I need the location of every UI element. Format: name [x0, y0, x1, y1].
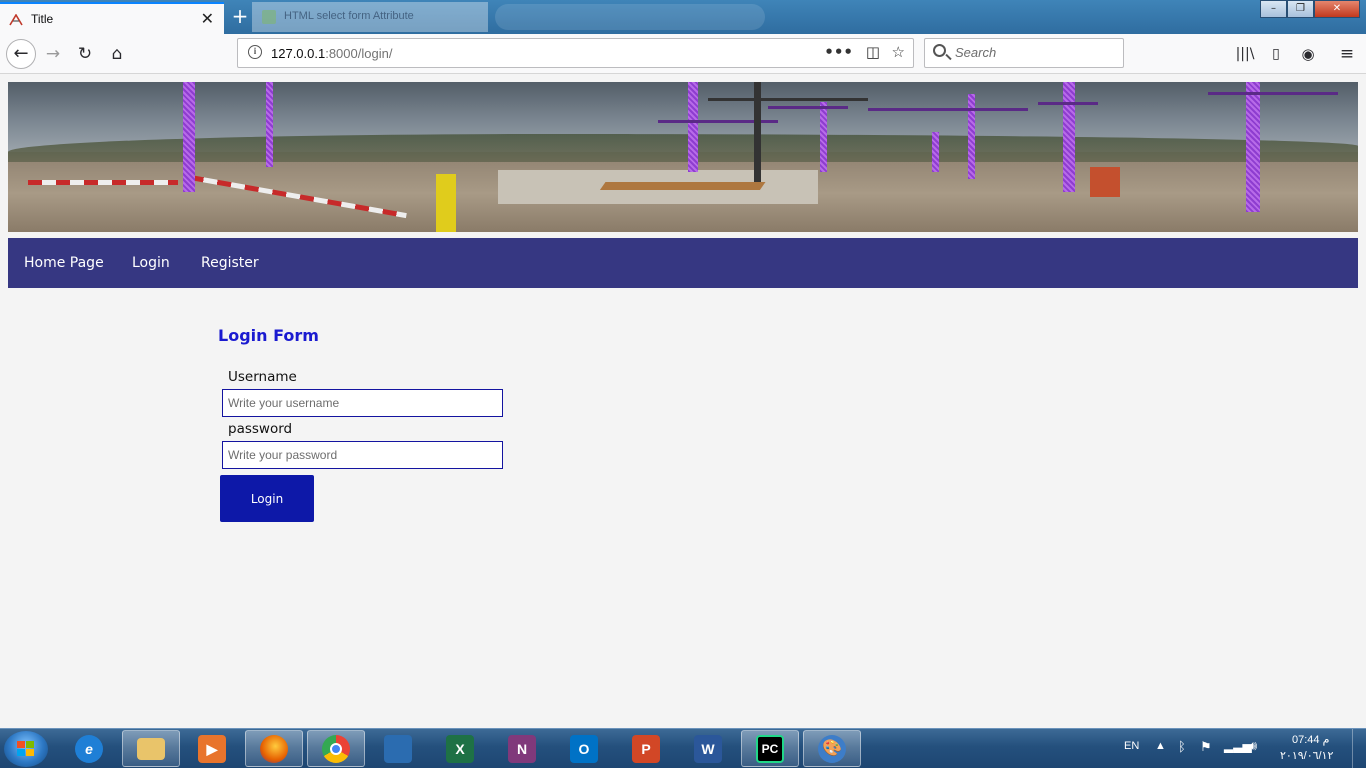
menu-icon[interactable]: ≡ — [1335, 42, 1359, 66]
url-text[interactable]: 127.0.0.1:8000/login/ — [271, 46, 392, 61]
site-nav: Home Page Login Register — [8, 238, 1358, 288]
taskbar-file-explorer[interactable] — [122, 730, 180, 767]
new-tab-icon[interactable]: + — [229, 6, 251, 28]
username-label: Username — [228, 369, 297, 385]
windows-logo-icon — [17, 741, 35, 757]
search-input[interactable] — [955, 45, 1115, 60]
taskbar-internet-explorer[interactable]: e — [60, 730, 118, 767]
clock-date[interactable]: ٢٠١٩/٠٦/١٢ — [1280, 749, 1333, 762]
word-icon: W — [694, 734, 722, 763]
paint-icon: 🎨 — [818, 734, 846, 763]
windows-taskbar: e ▶ X N O P W PC 🎨 EN ▲ ᛒ ⚑ ▂▃▅ 🔊︎ 07:44… — [0, 728, 1366, 768]
clock-time[interactable]: 07:44 م — [1292, 733, 1329, 746]
home-icon[interactable]: ⌂ — [105, 42, 129, 66]
internet-explorer-icon: e — [75, 734, 103, 763]
site-info-icon[interactable]: i — [248, 45, 262, 59]
tab-title: Title — [31, 12, 54, 26]
password-label: password — [228, 421, 293, 437]
tab-favicon-icon — [262, 10, 276, 24]
show-desktop-button[interactable] — [1352, 729, 1366, 768]
start-button[interactable] — [4, 731, 48, 767]
bookmark-star-icon[interactable]: ☆ — [892, 43, 905, 61]
back-icon[interactable]: ← — [6, 39, 36, 69]
browser-tabstrip: Title ✕ + HTML select form Attribute – ❐… — [0, 0, 1366, 34]
header-banner-image — [8, 82, 1358, 232]
network-signal-icon[interactable]: ▂▃▅ — [1224, 739, 1252, 753]
onenote-icon: N — [508, 734, 536, 763]
taskbar-pycharm[interactable]: PC — [741, 730, 799, 767]
taskbar-chrome[interactable] — [307, 730, 365, 767]
url-bar[interactable]: i 127.0.0.1:8000/login/ ••• ◫ ☆ — [237, 38, 914, 68]
taskbar-onenote[interactable]: N — [493, 730, 551, 767]
tab-ghost — [495, 4, 765, 30]
chrome-center — [330, 742, 342, 755]
browser-toolbar: ← → ↻ ⌂ i 127.0.0.1:8000/login/ ••• ◫ ☆ … — [0, 34, 1366, 74]
forward-icon[interactable]: → — [41, 42, 65, 66]
powerpoint-icon: P — [632, 734, 660, 763]
reload-icon[interactable]: ↻ — [73, 42, 97, 66]
window-close-icon[interactable]: ✕ — [1314, 0, 1360, 18]
search-icon — [933, 44, 946, 57]
language-indicator[interactable]: EN — [1124, 740, 1139, 752]
sidebar-icon[interactable]: ▯ — [1264, 42, 1288, 66]
nav-login[interactable]: Login — [132, 255, 170, 271]
window-controls: – ❐ ✕ — [1260, 0, 1360, 18]
taskbar-network-app[interactable] — [369, 730, 427, 767]
url-path: :8000/login/ — [325, 46, 393, 61]
volume-icon[interactable]: 🔊︎ — [1249, 738, 1257, 754]
media-player-icon: ▶ — [198, 734, 226, 763]
password-input[interactable] — [222, 441, 503, 469]
tab-active[interactable]: Title ✕ — [0, 2, 224, 34]
folder-icon — [137, 737, 165, 760]
nav-home-page[interactable]: Home Page — [24, 255, 104, 271]
show-hidden-icons-icon[interactable]: ▲ — [1155, 740, 1166, 752]
chrome-icon — [322, 734, 350, 763]
taskbar-outlook[interactable]: O — [555, 730, 613, 767]
tab-inactive[interactable]: HTML select form Attribute — [252, 2, 488, 32]
page-favicon-icon — [9, 14, 23, 26]
excel-icon: X — [446, 734, 474, 763]
username-input[interactable] — [222, 389, 503, 417]
account-icon[interactable]: ◉ — [1296, 42, 1320, 66]
taskbar-excel[interactable]: X — [431, 730, 489, 767]
maximize-icon[interactable]: ❐ — [1287, 0, 1314, 18]
library-icon[interactable]: |||\ — [1233, 42, 1257, 66]
bluetooth-icon[interactable]: ᛒ — [1178, 739, 1186, 754]
taskbar-firefox[interactable] — [245, 730, 303, 767]
network-app-icon — [384, 734, 412, 763]
tab-close-icon[interactable]: ✕ — [201, 10, 214, 28]
tab-title-inactive: HTML select form Attribute — [284, 10, 414, 22]
action-center-flag-icon[interactable]: ⚑ — [1200, 739, 1212, 755]
login-button[interactable]: Login — [220, 475, 314, 522]
firefox-icon — [260, 734, 288, 763]
taskbar-powerpoint[interactable]: P — [617, 730, 675, 767]
page-actions-icon[interactable]: ••• — [824, 43, 853, 61]
pocket-icon[interactable]: ◫ — [866, 43, 880, 61]
minimize-icon[interactable]: – — [1260, 0, 1287, 18]
pycharm-icon: PC — [756, 734, 784, 763]
url-host: 127.0.0.1 — [271, 46, 326, 61]
taskbar-word[interactable]: W — [679, 730, 737, 767]
taskbar-media-player[interactable]: ▶ — [183, 730, 241, 767]
nav-register[interactable]: Register — [201, 255, 259, 271]
login-form-title: Login Form — [218, 326, 319, 345]
outlook-icon: O — [570, 734, 598, 763]
search-bar[interactable] — [924, 38, 1124, 68]
taskbar-paint[interactable]: 🎨 — [803, 730, 861, 767]
